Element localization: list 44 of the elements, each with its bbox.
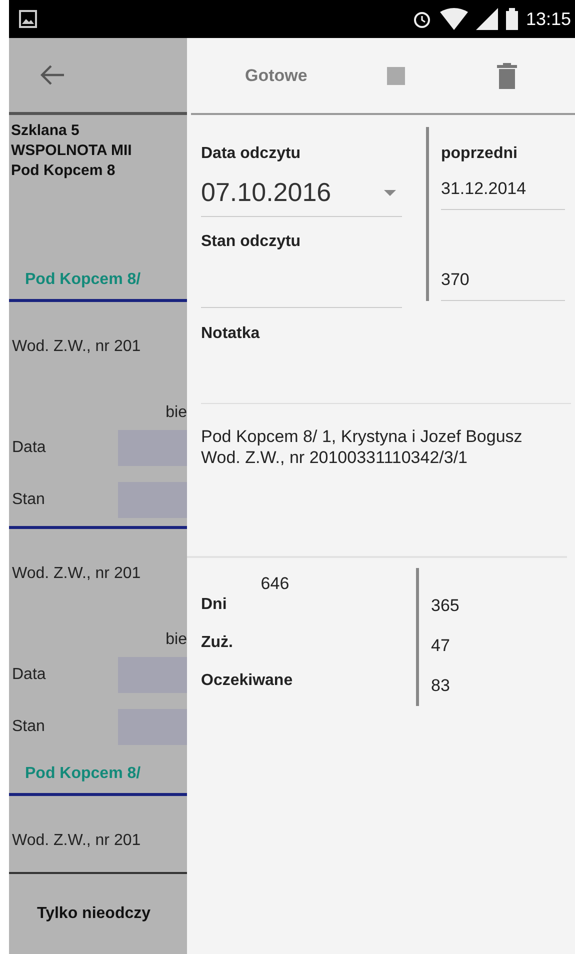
meter-name: Wod. Z.W., nr 201 [11, 564, 142, 583]
stat-value: 47 [431, 636, 451, 656]
stat-label: Dni [201, 596, 227, 614]
square-icon[interactable] [387, 66, 406, 84]
done-button[interactable]: Gotowe [241, 62, 312, 90]
wifi-icon [440, 8, 468, 30]
meter-info-text: Wod. Z.W., nr 20100331110342/3/1 [201, 447, 469, 468]
address-text: Pod Kopcem 8 [11, 161, 116, 181]
field-label: Stan [11, 718, 46, 736]
input-field[interactable] [118, 482, 187, 518]
alarm-icon [412, 9, 432, 29]
input-field[interactable] [118, 430, 187, 466]
column-heading: poprzedni [441, 145, 518, 163]
column-label: bie [164, 630, 187, 649]
date-dropdown[interactable]: 07.10.2016 [201, 163, 402, 217]
field-label: Data [11, 439, 47, 457]
input-field[interactable] [118, 709, 187, 745]
stat-value: 365 [431, 596, 460, 616]
address-text: Szklana 5 [11, 121, 80, 141]
field-label: Notatka [201, 325, 261, 343]
field-label: Stan odczytu [201, 233, 302, 251]
status-time: 13:15 [526, 8, 571, 30]
dropdown-caret-icon [384, 190, 396, 196]
delete-icon[interactable] [497, 62, 518, 88]
meter-name: Wod. Z.W., nr 201 [11, 337, 142, 356]
stat-value: 83 [431, 676, 451, 696]
input-field[interactable] [118, 657, 187, 693]
field-label: Data odczytu [201, 145, 302, 163]
address-text: WSPOLNOTA MII [11, 141, 133, 161]
filter-label[interactable]: Tylko nieodczy [37, 905, 151, 923]
stat-value: 646 [260, 574, 290, 594]
previous-date: 31.12.2014 [441, 163, 565, 210]
back-arrow-icon[interactable] [39, 64, 65, 86]
battery-icon [506, 8, 518, 30]
field-label: Stan [11, 491, 46, 509]
column-label: bie [164, 403, 187, 422]
previous-reading: 370 [441, 210, 565, 301]
meter-name: Wod. Z.W., nr 201 [11, 831, 142, 850]
stat-label: Oczekiwane [201, 672, 294, 690]
image-icon [19, 10, 37, 28]
field-label: Data [11, 666, 47, 684]
meter-info-text: Pod Kopcem 8/ 1, Krystyna i Jozef Bogusz [201, 426, 524, 447]
stat-label: Zuż. [201, 634, 234, 652]
signal-icon [476, 8, 498, 30]
